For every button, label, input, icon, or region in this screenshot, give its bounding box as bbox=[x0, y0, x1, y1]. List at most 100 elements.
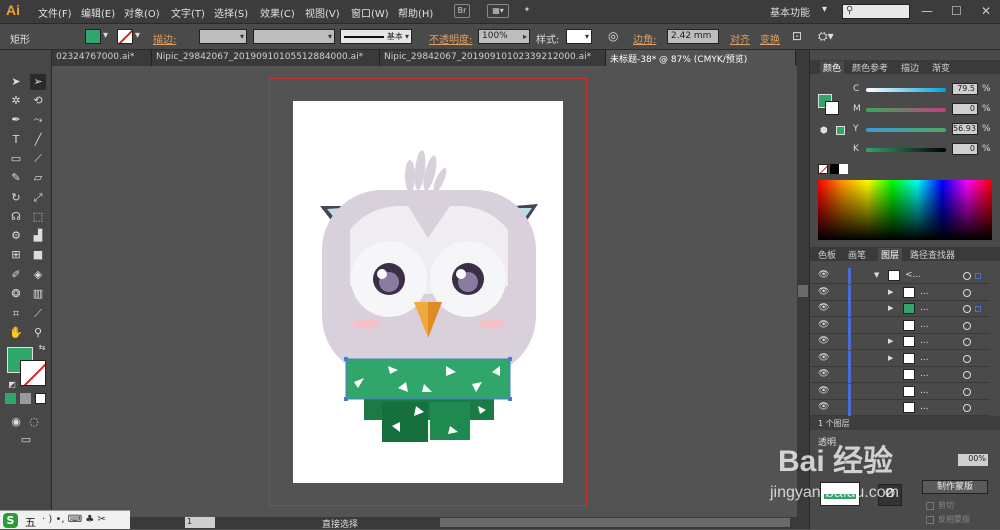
menu-type[interactable]: 文字(T) bbox=[171, 5, 205, 20]
close-button[interactable]: ✕ bbox=[981, 4, 991, 18]
ime-icons[interactable]: · ) •, ⌨ ♣ ✂ bbox=[42, 514, 106, 525]
corner-link[interactable]: 边角: bbox=[633, 31, 656, 46]
layer-name[interactable]: ... bbox=[920, 402, 929, 412]
tab-swatches[interactable]: 色板 bbox=[818, 248, 836, 261]
tab-layers[interactable]: 图层 bbox=[878, 248, 903, 261]
mesh-tool-icon[interactable]: ⊞ bbox=[8, 247, 24, 263]
line-tool-icon[interactable]: ╱ bbox=[30, 132, 46, 148]
layer-name[interactable]: ... bbox=[920, 353, 929, 363]
gradient-mode-icon[interactable] bbox=[20, 393, 31, 404]
target-circle-icon[interactable] bbox=[963, 354, 971, 363]
target-circle-icon[interactable] bbox=[963, 404, 971, 412]
align-link[interactable]: 对齐 bbox=[730, 31, 750, 46]
menu-effect[interactable]: 效果(C) bbox=[260, 5, 295, 20]
hand-tool-icon[interactable]: ✋ bbox=[8, 325, 24, 341]
target-circle-icon[interactable] bbox=[963, 272, 971, 280]
black-slider[interactable] bbox=[866, 148, 946, 152]
layer-row[interactable]: 👁... bbox=[810, 367, 990, 383]
cyan-value[interactable]: 79.5 bbox=[952, 83, 978, 95]
layer-row[interactable]: 👁 ▼ <... bbox=[810, 268, 990, 284]
visibility-eye-icon[interactable]: 👁 bbox=[818, 369, 829, 379]
gpu-icon[interactable]: ✦ bbox=[519, 4, 535, 18]
tab-gradient[interactable]: 渐变 bbox=[932, 61, 950, 74]
expand-toggle-icon[interactable]: ▼ bbox=[874, 271, 879, 279]
layer-name[interactable]: <... bbox=[905, 270, 921, 280]
ime-mode-label[interactable]: 五 bbox=[25, 514, 36, 530]
expand-toggle-icon[interactable]: ▶ bbox=[888, 337, 893, 345]
perspective-grid-icon[interactable]: ▟ bbox=[30, 228, 46, 244]
recolor-icon[interactable]: ◎ bbox=[608, 29, 618, 43]
slice-tool-icon[interactable]: ⟋ bbox=[30, 306, 46, 322]
doc-tab[interactable]: Nipic_29842067_20190910105512884000.ai* bbox=[152, 50, 380, 66]
fill-chevron-icon[interactable]: ▾ bbox=[103, 30, 108, 41]
tab-stroke[interactable]: 描边 bbox=[901, 61, 919, 74]
menu-object[interactable]: 对象(O) bbox=[124, 5, 160, 20]
isolate-icon[interactable]: ⊡ bbox=[792, 29, 802, 43]
pencil-icon[interactable]: ✎ bbox=[8, 170, 24, 186]
doc-tab[interactable]: Nipic_29842067_20190910102339212000.ai* bbox=[380, 50, 606, 66]
invert-mask-checkbox[interactable] bbox=[926, 516, 934, 524]
expand-toggle-icon[interactable]: ▶ bbox=[888, 354, 893, 362]
sogou-logo-icon[interactable]: S bbox=[3, 513, 18, 528]
lasso-icon[interactable]: ⟲ bbox=[30, 93, 46, 109]
layer-name[interactable]: ... bbox=[920, 369, 929, 379]
minimize-button[interactable]: — bbox=[921, 4, 933, 18]
opacity-dropdown[interactable]: 100% ▸ bbox=[478, 29, 530, 44]
layer-row[interactable]: 👁... bbox=[810, 383, 990, 400]
selection-indicator[interactable] bbox=[975, 306, 981, 312]
rotate-tool-icon[interactable]: ↻ bbox=[8, 190, 24, 206]
target-circle-icon[interactable] bbox=[963, 387, 971, 396]
none-color-icon[interactable] bbox=[818, 164, 828, 174]
menu-help[interactable]: 帮助(H) bbox=[398, 5, 433, 20]
graphic-style-dropdown[interactable]: ▾ bbox=[566, 29, 592, 44]
panel-menu-icon[interactable]: ⛭▾ bbox=[818, 29, 834, 44]
expand-toggle-icon[interactable]: ▶ bbox=[888, 304, 893, 312]
panel-stroke-swatch[interactable] bbox=[825, 101, 839, 115]
yellow-value[interactable]: 56.93 bbox=[952, 123, 978, 135]
yellow-slider[interactable] bbox=[866, 128, 946, 132]
none-mode-icon[interactable] bbox=[35, 393, 46, 404]
layer-row[interactable]: 👁 ▶... bbox=[810, 284, 990, 301]
target-circle-icon[interactable] bbox=[963, 371, 971, 379]
pen-tool-icon[interactable]: ✒ bbox=[8, 112, 24, 128]
layer-name[interactable]: ... bbox=[920, 287, 929, 297]
menu-window[interactable]: 窗口(W) bbox=[351, 5, 389, 20]
white-color-chip[interactable] bbox=[839, 164, 848, 174]
direct-selection-tool-icon[interactable]: ➢ bbox=[30, 74, 46, 90]
layer-name[interactable]: ... bbox=[920, 303, 929, 313]
menu-view[interactable]: 视图(V) bbox=[305, 5, 340, 20]
visibility-eye-icon[interactable]: 👁 bbox=[818, 303, 829, 313]
out-of-gamut-icon[interactable]: ⬢ bbox=[820, 126, 828, 136]
layer-name[interactable]: ... bbox=[920, 320, 929, 330]
canvas-area[interactable] bbox=[52, 66, 797, 517]
visibility-eye-icon[interactable]: 👁 bbox=[818, 386, 829, 396]
doc-tab-active[interactable]: 未标题-38* @ 87% (CMYK/预览) bbox=[606, 50, 796, 66]
screen-mode-icon[interactable]: ▭ bbox=[16, 432, 36, 448]
selection-indicator[interactable] bbox=[975, 273, 981, 279]
visibility-eye-icon[interactable]: 👁 bbox=[818, 353, 829, 363]
stroke-chevron-icon[interactable]: ▾ bbox=[135, 30, 140, 41]
visibility-eye-icon[interactable]: 👁 bbox=[818, 336, 829, 346]
eraser-icon[interactable]: ▱ bbox=[30, 170, 46, 186]
target-circle-icon[interactable] bbox=[963, 338, 971, 346]
layer-name[interactable]: ... bbox=[920, 336, 929, 346]
magic-wand-icon[interactable]: ✲ bbox=[8, 93, 24, 109]
swap-colors-icon[interactable]: ⇆ bbox=[34, 340, 50, 356]
stroke-weight-dropdown[interactable]: ▾ bbox=[199, 29, 247, 44]
help-search-input[interactable]: ⚲ bbox=[842, 4, 910, 19]
draw-mode-icon[interactable]: ◉ bbox=[8, 414, 24, 430]
brush-definition-dropdown[interactable]: 基本 ▾ bbox=[340, 29, 412, 44]
tab-color-guide[interactable]: 颜色参考 bbox=[852, 61, 888, 74]
variable-width-dropdown[interactable]: ▾ bbox=[253, 29, 335, 44]
gradient-tool-icon[interactable]: ■ bbox=[30, 247, 46, 263]
layer-row[interactable]: 👁 ▶... bbox=[810, 334, 990, 350]
workspace-chevron-icon[interactable]: ▾ bbox=[822, 4, 827, 15]
magenta-value[interactable]: 0 bbox=[952, 103, 978, 115]
workspace-switcher[interactable]: 基本功能 bbox=[770, 4, 810, 19]
visibility-eye-icon[interactable]: 👁 bbox=[818, 270, 829, 280]
stroke-color-box[interactable] bbox=[20, 360, 46, 386]
tab-pathfinder[interactable]: 路径查找器 bbox=[910, 248, 955, 261]
arrange-documents-icon[interactable]: ▦▾ bbox=[487, 4, 509, 18]
draw-behind-icon[interactable]: ◌ bbox=[26, 414, 42, 430]
color-spectrum[interactable] bbox=[818, 180, 992, 240]
